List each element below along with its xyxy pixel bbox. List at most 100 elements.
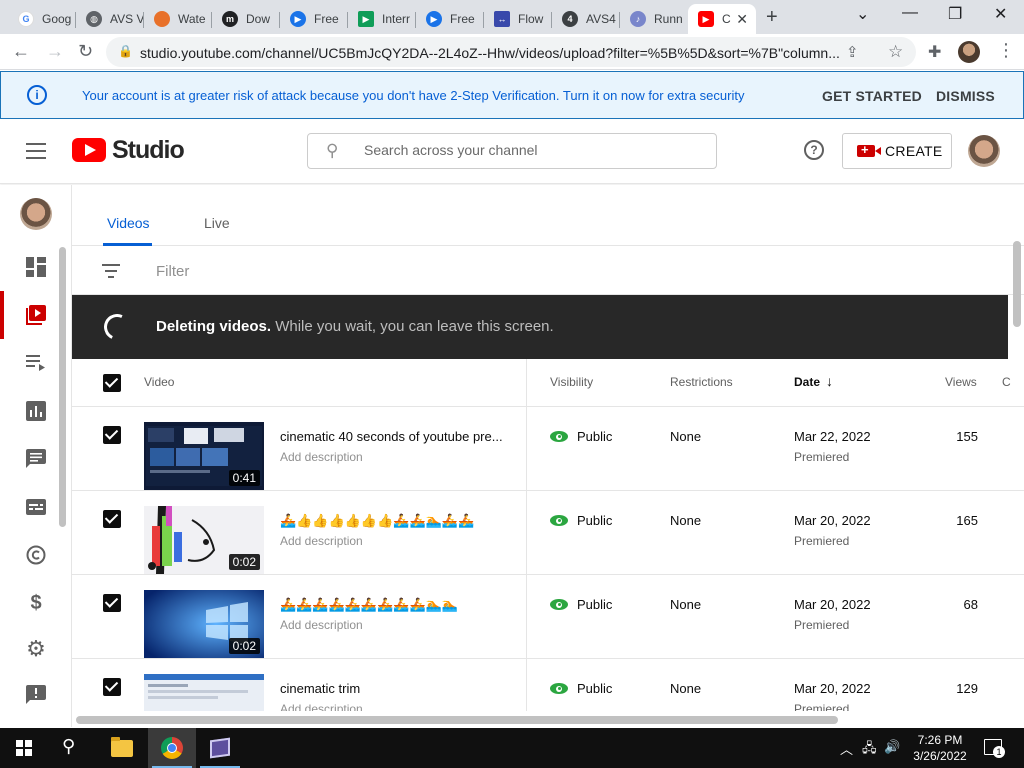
monetization-icon[interactable]: $ — [24, 591, 48, 615]
feedback-icon[interactable] — [24, 683, 48, 707]
select-all-checkbox[interactable] — [103, 374, 121, 392]
channel-avatar[interactable] — [20, 198, 52, 230]
bookmark-star-icon[interactable]: ☆ — [888, 42, 903, 62]
filter-icon[interactable] — [102, 264, 120, 282]
table-row[interactable]: 0:02 🚣🚣🚣🚣🚣🚣🚣🚣🚣🏊🏊 Add description Public … — [72, 575, 1024, 659]
comments-icon[interactable] — [24, 447, 48, 471]
horizontal-scrollbar[interactable] — [76, 716, 838, 724]
show-hidden-icons-chevron[interactable]: ︿ — [840, 739, 853, 758]
browser-tab[interactable]: G Goog — [8, 4, 76, 34]
copyright-icon[interactable] — [24, 543, 48, 567]
taskbar-search-icon[interactable]: ⚲ — [62, 736, 75, 757]
youtube-studio-logo[interactable]: Studio — [72, 136, 185, 164]
row-checkbox[interactable] — [103, 678, 121, 696]
visibility-cell[interactable]: Public — [550, 429, 612, 444]
row-checkbox[interactable] — [103, 426, 121, 444]
forward-arrow-icon[interactable]: → — [46, 41, 64, 62]
browser-tab[interactable]: ▶ Interr — [348, 4, 416, 34]
create-button[interactable]: CREATE — [842, 133, 952, 169]
nav-scrollbar[interactable] — [59, 247, 66, 527]
filter-input[interactable]: Filter — [156, 263, 189, 280]
video-description[interactable]: Add description — [280, 702, 363, 711]
tab-videos[interactable]: Videos — [107, 215, 150, 231]
browser-tab[interactable]: 4 AVS4 — [552, 4, 620, 34]
subtitles-icon[interactable] — [24, 495, 48, 519]
settings-gear-icon[interactable]: ⚙ — [24, 636, 48, 661]
share-icon[interactable]: ⇪ — [846, 43, 859, 61]
col-comments[interactable]: C — [1002, 375, 1011, 389]
extensions-icon[interactable]: ✚ — [928, 42, 941, 62]
close-window-button[interactable]: ✕ — [994, 4, 1007, 24]
video-table: 0:41 cinematic 40 seconds of youtube pre… — [72, 407, 1024, 711]
channel-search[interactable]: ⚲ — [307, 133, 717, 169]
file-explorer-button[interactable] — [98, 728, 146, 768]
dashboard-icon[interactable] — [24, 255, 48, 279]
hamburger-menu-icon[interactable] — [26, 143, 46, 159]
address-bar[interactable]: 🔒 studio.youtube.com/channel/UC5BmJcQY2D… — [106, 37, 916, 67]
filter-bar[interactable]: Filter — [72, 247, 1024, 295]
video-thumbnail[interactable]: 0:02 — [144, 506, 264, 574]
video-title[interactable]: cinematic 40 seconds of youtube pre... — [280, 429, 510, 444]
new-tab-button[interactable]: + — [766, 6, 778, 29]
row-checkbox[interactable] — [103, 510, 121, 528]
video-description[interactable]: Add description — [280, 450, 363, 464]
profile-avatar[interactable] — [958, 41, 980, 63]
windows-start-icon[interactable] — [16, 740, 32, 756]
browser-tab[interactable]: Wate — [144, 4, 212, 34]
restore-button[interactable]: ❐ — [948, 4, 962, 24]
playlists-icon[interactable] — [24, 351, 48, 375]
chrome-taskbar-button[interactable] — [148, 728, 196, 768]
lock-icon[interactable]: 🔒 — [118, 44, 133, 58]
visibility-cell[interactable]: Public — [550, 597, 612, 612]
video-description[interactable]: Add description — [280, 618, 363, 632]
row-checkbox[interactable] — [103, 594, 121, 612]
col-visibility[interactable]: Visibility — [550, 375, 593, 389]
back-arrow-icon[interactable]: ← — [12, 41, 30, 62]
video-thumbnail[interactable] — [144, 674, 264, 711]
network-icon[interactable]: 🖧 — [862, 739, 877, 761]
minimize-button[interactable]: — — [902, 4, 918, 22]
browser-tab[interactable]: ◍ AVS V — [76, 4, 144, 34]
browser-tab[interactable]: ▶ Free — [416, 4, 484, 34]
browser-tab-active[interactable]: ▶ C ✕ — [688, 4, 756, 34]
tab-search-icon[interactable]: ⌄ — [856, 4, 869, 24]
system-clock[interactable]: 7:26 PM 3/26/2022 — [904, 732, 976, 764]
video-title[interactable]: 🚣🚣🚣🚣🚣🚣🚣🚣🚣🏊🏊 — [280, 597, 510, 613]
analytics-icon[interactable] — [24, 399, 48, 423]
close-tab-icon[interactable]: ✕ — [736, 11, 748, 28]
more-menu-icon[interactable]: ⋮ — [997, 40, 1015, 61]
browser-tab[interactable]: m Dow — [212, 4, 280, 34]
help-icon[interactable]: ? — [804, 140, 824, 160]
col-date[interactable]: Date — [794, 375, 820, 389]
volume-icon[interactable]: 🔊 — [884, 739, 900, 755]
browser-tab[interactable]: ▶ Free — [280, 4, 348, 34]
url-text[interactable]: studio.youtube.com/channel/UC5BmJcQY2DA-… — [140, 45, 840, 61]
video-thumbnail[interactable]: 0:41 — [144, 422, 264, 490]
video-title[interactable]: cinematic trim — [280, 681, 510, 696]
sort-down-arrow-icon[interactable]: ↓ — [826, 373, 833, 389]
vertical-scrollbar[interactable] — [1013, 241, 1021, 327]
video-thumbnail[interactable]: 0:02 — [144, 590, 264, 658]
video-title[interactable]: 🚣👍👍👍👍👍👍🚣🚣🏊🚣🚣 — [280, 513, 510, 529]
content-icon[interactable] — [24, 303, 48, 327]
visibility-cell[interactable]: Public — [550, 513, 612, 528]
table-row[interactable]: 0:02 🚣👍👍👍👍👍👍🚣🚣🏊🚣🚣 Add description Public… — [72, 491, 1024, 575]
visibility-cell[interactable]: Public — [550, 681, 612, 696]
table-row[interactable]: 0:41 cinematic 40 seconds of youtube pre… — [72, 407, 1024, 491]
table-row[interactable]: cinematic trim Add description Public No… — [72, 659, 1024, 711]
dismiss-button[interactable]: DISMISS — [936, 88, 995, 104]
account-avatar[interactable] — [968, 135, 1000, 167]
restrictions-cell: None — [670, 429, 702, 444]
col-views[interactable]: Views — [945, 375, 977, 389]
video-description[interactable]: Add description — [280, 534, 363, 548]
search-input[interactable] — [364, 142, 694, 158]
notification-center-icon[interactable]: 1 — [984, 739, 1005, 758]
film-icon — [210, 737, 230, 759]
video-editor-taskbar-button[interactable] — [196, 728, 244, 768]
tab-live[interactable]: Live — [204, 215, 230, 231]
browser-tab[interactable]: ♪ Runn — [620, 4, 688, 34]
reload-icon[interactable]: ↻ — [78, 41, 93, 62]
get-started-button[interactable]: GET STARTED — [822, 88, 922, 104]
browser-tab[interactable]: ↔ Flow — [484, 4, 552, 34]
col-restrictions[interactable]: Restrictions — [670, 375, 733, 389]
